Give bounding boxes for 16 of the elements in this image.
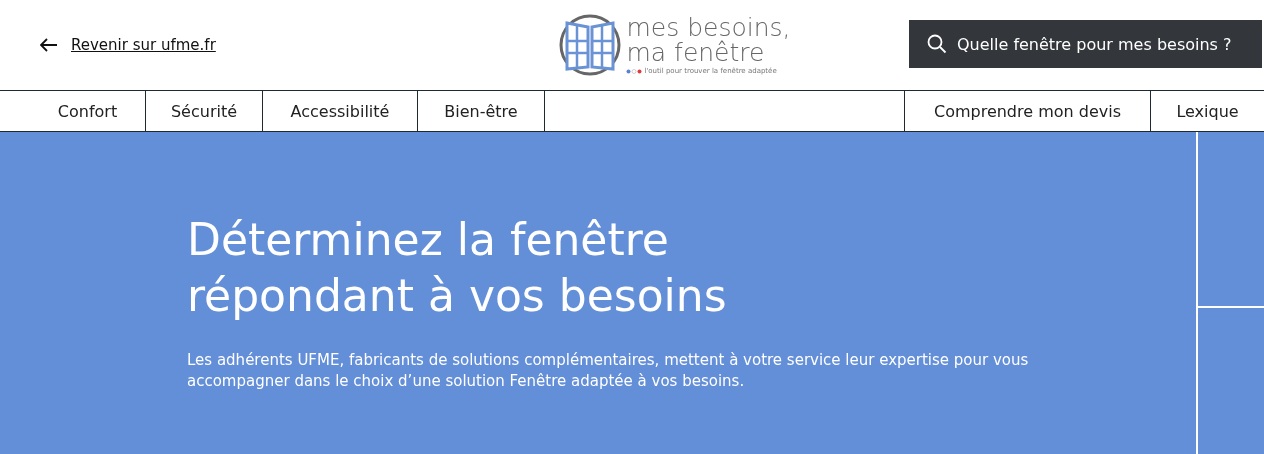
nav-link[interactable]: Lexique bbox=[1150, 91, 1264, 131]
window-logo-icon bbox=[558, 13, 623, 77]
hero-title: Déterminez la fenêtre répondant à vos besoins bbox=[187, 213, 728, 323]
search-icon bbox=[927, 34, 947, 54]
hero-text: Les adhérents UFME, fabricants de solutions complémentaires, mettent à votre service leur expertise pour vous accompagner dans le choix d’une solution Fenêtre adaptée à vos besoins. bbox=[187, 350, 1030, 392]
logo-text: mes besoins, bbox=[626, 15, 791, 40]
dots-icon bbox=[626, 68, 643, 74]
back-link[interactable]: Revenir sur ufme.fr bbox=[71, 36, 216, 54]
nav-link[interactable]: Sécurité bbox=[146, 91, 263, 131]
nav-link[interactable]: Accessibilité bbox=[263, 91, 418, 131]
nav-link[interactable]: Bien-être bbox=[418, 91, 545, 131]
search-button[interactable]: Quelle fenêtre pour mes besoins ? bbox=[909, 20, 1262, 68]
nav-link[interactable]: Confort bbox=[0, 91, 146, 131]
logo-text: ma fenêtre bbox=[626, 40, 765, 65]
arrow-left-icon bbox=[40, 38, 58, 52]
nav-link[interactable]: Comprendre mon devis bbox=[904, 91, 1150, 131]
